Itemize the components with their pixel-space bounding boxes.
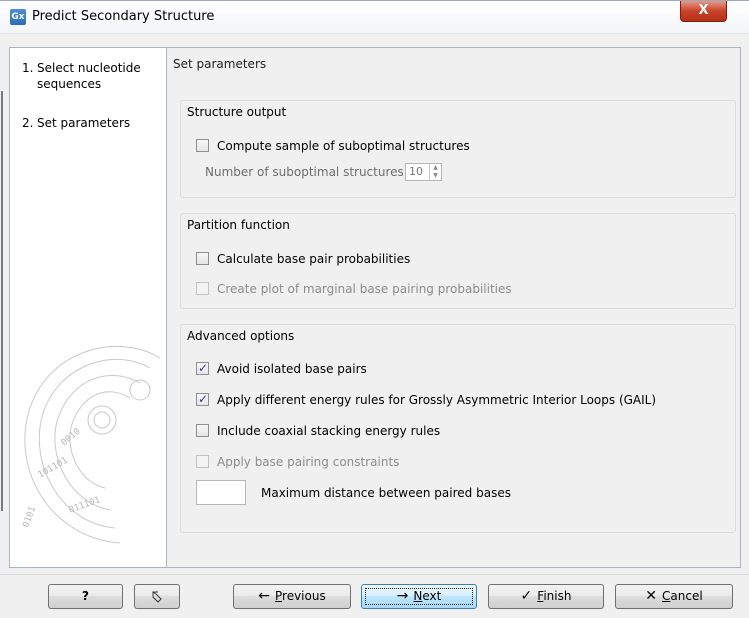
stepper-arrows-icon[interactable]: ▲ ▼ — [429, 164, 441, 180]
partition-function-group: Partition function Calculate base pair p… — [180, 213, 736, 309]
parameters-panel: Set parameters Structure output Compute … — [167, 47, 741, 568]
reset-arrow-icon — [152, 591, 162, 603]
left-edge-line — [1, 91, 3, 511]
suboptimal-count-row: Number of suboptimal structures: 10 ▲ ▼ — [205, 163, 505, 183]
close-icon: X — [698, 3, 709, 18]
checkbox-label: Avoid isolated base pairs — [217, 362, 367, 376]
previous-mnemonic: P — [275, 589, 283, 603]
max-distance-text: Maximum distance between paired bases — [261, 486, 511, 500]
previous-button[interactable]: ← Previous — [233, 584, 351, 609]
checkbox-label: Include coaxial stacking energy rules — [217, 424, 441, 438]
stepper-value: 10 — [409, 165, 423, 178]
close-button[interactable]: X — [680, 1, 727, 22]
checkbox-box[interactable] — [196, 455, 209, 468]
reset-button[interactable] — [134, 584, 180, 609]
x-icon: ✕ — [645, 588, 658, 604]
finish-label: inish — [543, 589, 572, 603]
advanced-options-group: Advanced options Avoid isolated base pai… — [180, 324, 736, 533]
checkbox-label: Apply different energy rules for Grossly… — [217, 393, 657, 407]
footer-divider — [0, 574, 749, 575]
svg-text:0101: 0101 — [21, 505, 38, 529]
suboptimal-count-label: Number of suboptimal structures: — [205, 165, 408, 179]
dialog-window: Gx Predict Secondary Structure X 1. Sele… — [0, 0, 749, 618]
structure-output-group: Structure output Compute sample of subop… — [180, 100, 736, 198]
step-number: 1. — [22, 61, 34, 75]
checkbox-box[interactable] — [196, 391, 209, 407]
checkbox-label: Calculate base pair probabilities — [217, 252, 411, 266]
checkmark-icon: ✓ — [520, 588, 533, 604]
help-icon: ? — [82, 589, 89, 603]
window-title: Predict Secondary Structure — [32, 9, 215, 24]
checkbox-box[interactable] — [196, 424, 209, 437]
svg-text:0010: 0010 — [60, 427, 83, 449]
app-icon: Gx — [10, 9, 26, 25]
group-title: Partition function — [187, 218, 290, 232]
wizard-steps-panel: 1. Select nucleotide sequences 2. Set pa… — [9, 47, 167, 568]
max-distance-input[interactable] — [196, 480, 246, 505]
cancel-label: ancel — [670, 589, 703, 603]
help-button[interactable]: ? — [48, 584, 123, 609]
step-label: Set parameters — [37, 116, 131, 130]
title-bar: Gx Predict Secondary Structure X — [0, 1, 749, 34]
next-button[interactable]: → Next — [361, 584, 477, 609]
step-label: Select nucleotide sequences — [37, 61, 141, 91]
max-distance-label: Maximum distance between paired bases — [261, 485, 511, 501]
group-title: Structure output — [187, 105, 287, 119]
page-title: Set parameters — [173, 57, 267, 71]
arrow-left-icon: ← — [258, 588, 270, 604]
checkbox-box[interactable] — [196, 252, 209, 265]
checkbox-box[interactable] — [196, 360, 209, 376]
decorative-spiral-logo: 0010 101101 0101 011101 — [21, 345, 161, 544]
checkbox-label: Create plot of marginal base pairing pro… — [217, 282, 512, 296]
checkbox-box[interactable] — [196, 139, 209, 152]
step-number: 2. — [22, 116, 34, 130]
focus-ring — [365, 588, 473, 605]
suboptimal-count-stepper[interactable]: 10 ▲ ▼ — [405, 163, 442, 181]
finish-button[interactable]: ✓ Finish — [488, 584, 604, 609]
previous-label: revious — [282, 589, 326, 603]
checkbox-box[interactable] — [196, 282, 209, 295]
checkbox-label: Apply base pairing constraints — [217, 455, 400, 469]
checkbox-label: Compute sample of suboptimal structures — [217, 139, 470, 153]
group-title: Advanced options — [187, 329, 295, 343]
cancel-button[interactable]: ✕ Cancel — [615, 584, 733, 609]
